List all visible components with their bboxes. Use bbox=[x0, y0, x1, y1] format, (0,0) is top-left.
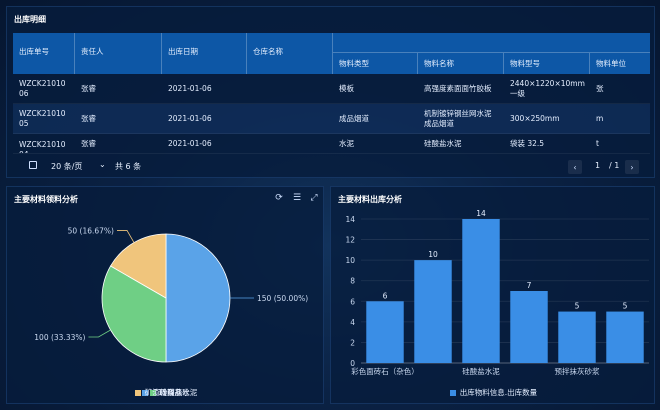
cell-date: 2021-01-06 bbox=[168, 83, 212, 93]
cell-material-unit: t bbox=[596, 138, 599, 148]
x-tick-label: 硅酸盐水泥 bbox=[462, 366, 500, 376]
legend-item[interactable]: 出库物料信息.出库数量 bbox=[449, 387, 538, 398]
y-tick-label: 14 bbox=[345, 215, 355, 224]
x-tick-label: 预拌抹灰砂浆 bbox=[555, 366, 600, 376]
bar-value-label: 5 bbox=[575, 302, 580, 311]
cell-order-no: WZCK2101005 bbox=[19, 108, 66, 128]
col-order-no[interactable]: 出库单号 bbox=[13, 33, 75, 74]
cell-person: 张睿 bbox=[81, 83, 96, 93]
bar[interactable] bbox=[462, 219, 500, 363]
x-tick-label: 彩色面砖石（杂色） bbox=[351, 366, 419, 376]
pagination: 20 条/页 ⌄ 共 6 条 ‹ 1 / 1 › bbox=[13, 156, 650, 178]
y-tick-label: 6 bbox=[350, 297, 355, 306]
cell-warehouse bbox=[247, 134, 333, 153]
cell-material-name: 硅酸盐水泥 bbox=[424, 138, 462, 148]
cell-warehouse bbox=[247, 74, 333, 103]
col-group-header bbox=[333, 33, 650, 53]
column-settings-icon[interactable] bbox=[29, 161, 37, 169]
cell-material-unit: m bbox=[596, 113, 604, 123]
col-material-unit[interactable]: 物料单位 bbox=[590, 53, 650, 74]
y-tick-label: 8 bbox=[350, 277, 355, 286]
bar-value-label: 5 bbox=[623, 302, 628, 311]
cell-material-type: 模板 bbox=[339, 83, 354, 93]
bar-value-label: 7 bbox=[527, 281, 532, 290]
cell-material-model: 2440×1220×10mm 一级 bbox=[510, 78, 585, 98]
bar-chart: 024681012146彩色面砖石（杂色）1014硅酸盐水泥75预拌抹灰砂浆5 bbox=[345, 209, 649, 376]
legend-item[interactable]: 矿渣硅酸盐水泥 bbox=[134, 387, 198, 398]
chevron-right-icon[interactable]: › bbox=[625, 160, 639, 174]
col-person[interactable]: 责任人 bbox=[75, 33, 162, 74]
pie-chart: 150 (50.00%) 100 (33.33%) 50 (16.67%) bbox=[34, 226, 308, 363]
cell-material-type: 水泥 bbox=[339, 138, 354, 148]
bar-value-label: 10 bbox=[428, 250, 438, 259]
material-outbound-panel: 主要材料出库分析 0 2 4 6 8 10 12 14 6 彩色面砖石（杂色） 10 14 硅酸盐水泥 7… bbox=[330, 186, 655, 404]
cell-material-name: 机制镀锌钢丝网水泥成品烟道 bbox=[424, 108, 492, 128]
cell-date: 2021-01-06 bbox=[168, 113, 212, 123]
material-usage-panel: 主要材料领料分析 ⟳ ☰ ⤢ 150 (50.00%) 100 (33.33%) 5… bbox=[6, 186, 324, 404]
legend-swatch bbox=[449, 389, 456, 396]
col-warehouse[interactable]: 仓库名称 bbox=[247, 33, 333, 74]
cell-material-name: 高强度素面面竹胶板 bbox=[424, 83, 492, 93]
page-size-select[interactable]: 20 条/页 bbox=[51, 161, 82, 172]
pie-slice-label: 100 (33.33%) bbox=[34, 333, 85, 342]
legend-swatch bbox=[134, 389, 141, 396]
chevron-left-icon[interactable]: ‹ bbox=[568, 160, 582, 174]
page-count: / 1 bbox=[609, 161, 620, 170]
y-tick-label: 4 bbox=[350, 318, 355, 327]
bar[interactable] bbox=[414, 260, 452, 363]
cell-order-no: WZCK2101004 bbox=[19, 140, 66, 153]
bar[interactable] bbox=[510, 291, 548, 363]
table-row[interactable]: WZCK2101005 张睿 2021-01-06 成品烟道 机制镀锌钢丝网水泥… bbox=[13, 104, 650, 134]
pie-slice-label: 50 (16.67%) bbox=[68, 226, 114, 235]
table-header: 出库单号 责任人 出库日期 仓库名称 物料类型 物料名称 物料型号 物料单位 bbox=[13, 33, 650, 74]
cell-warehouse bbox=[247, 104, 333, 133]
col-material-model[interactable]: 物料型号 bbox=[504, 53, 590, 74]
pie-label-line bbox=[88, 329, 111, 338]
total-count: 共 6 条 bbox=[115, 162, 142, 171]
cell-material-model: 300×250mm bbox=[510, 113, 560, 123]
pie-label-line bbox=[117, 230, 135, 243]
col-material-name[interactable]: 物料名称 bbox=[418, 53, 504, 74]
bar[interactable] bbox=[606, 311, 644, 363]
y-tick-label: 10 bbox=[345, 256, 355, 265]
panel-title: 出库明细 bbox=[14, 15, 46, 24]
cell-person: 张睿 bbox=[81, 113, 96, 123]
current-page[interactable]: 1 bbox=[595, 161, 600, 170]
y-tick-label: 12 bbox=[345, 236, 355, 245]
cell-person: 张睿 bbox=[81, 138, 96, 148]
bar-value-label: 6 bbox=[383, 291, 388, 300]
col-material-type[interactable]: 物料类型 bbox=[333, 53, 418, 74]
table-row[interactable]: WZCK2101006 张睿 2021-01-06 模板 高强度素面面竹胶板 2… bbox=[13, 74, 650, 104]
cell-material-model: 袋装 32.5 bbox=[510, 138, 545, 148]
cell-material-type: 成品烟道 bbox=[339, 113, 369, 123]
bar[interactable] bbox=[558, 311, 596, 363]
table-row[interactable]: WZCK2101004 张睿 2021-01-06 水泥 硅酸盐水泥 袋装 32… bbox=[13, 134, 650, 154]
legend-label: 矿渣硅酸盐水泥 bbox=[144, 388, 198, 397]
bar[interactable] bbox=[366, 301, 404, 363]
bar-value-label: 14 bbox=[476, 209, 486, 218]
chevron-down-icon[interactable]: ⌄ bbox=[99, 160, 106, 169]
col-date[interactable]: 出库日期 bbox=[162, 33, 247, 74]
pie-slice-label: 150 (50.00%) bbox=[257, 294, 308, 303]
pie-slice[interactable] bbox=[165, 233, 231, 363]
cell-material-unit: 张 bbox=[596, 83, 604, 93]
cell-order-no: WZCK2101006 bbox=[19, 78, 66, 98]
cell-date: 2021-01-06 bbox=[168, 138, 212, 148]
outbound-detail-panel: 出库明细 出库单号 责任人 出库日期 仓库名称 物料类型 物料名称 物料型号 物… bbox=[6, 6, 655, 178]
y-tick-label: 2 bbox=[350, 338, 355, 347]
legend-label: 出库物料信息.出库数量 bbox=[459, 388, 538, 397]
